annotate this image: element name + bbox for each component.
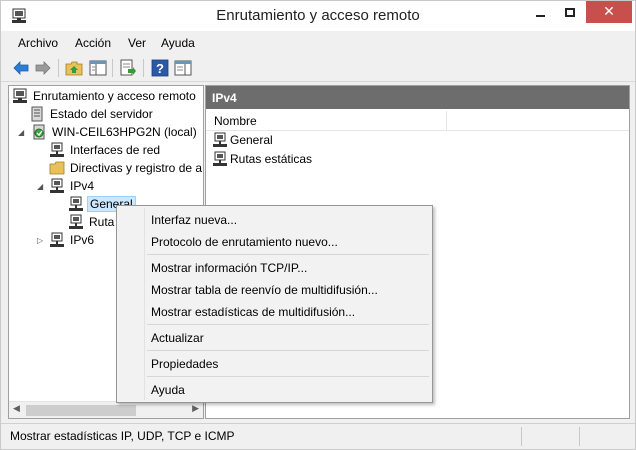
- menu-item-help[interactable]: Ayuda: [151, 383, 185, 397]
- menu-separator: [147, 324, 429, 325]
- expanded-icon[interactable]: ◢: [37, 182, 43, 191]
- toolbar: ?: [1, 54, 635, 82]
- tree-item-label: Estado del servidor: [50, 107, 153, 121]
- network-icon: [69, 196, 83, 211]
- menu-item-show-multicast-forwarding[interactable]: Mostrar tabla de reenvío de multidifusió…: [151, 283, 378, 297]
- toolbar-separator: [143, 59, 144, 77]
- menu-ver[interactable]: Ver: [128, 36, 146, 50]
- toolbar-separator: [112, 59, 113, 77]
- server-green-icon: [33, 124, 45, 140]
- maximize-icon: [565, 7, 575, 17]
- tree-item-static-routes[interactable]: Ruta: [68, 213, 116, 231]
- collapsed-icon[interactable]: ▷: [37, 236, 43, 245]
- network-icon: [50, 232, 64, 247]
- back-arrow-icon[interactable]: [12, 59, 30, 77]
- details-header: IPv4: [206, 86, 629, 109]
- menu-bar: Archivo Acción Ver Ayuda: [1, 32, 635, 54]
- tree-item-server-status[interactable]: Estado del servidor: [29, 105, 155, 123]
- tree-item-local-server[interactable]: WIN-CEIL63HPG2N (local): [31, 123, 199, 141]
- menu-item-new-interface[interactable]: Interfaz nueva...: [151, 213, 237, 227]
- forward-arrow-icon[interactable]: [34, 59, 52, 77]
- list-item-label: General: [230, 133, 273, 147]
- menu-separator: [147, 376, 429, 377]
- menu-item-refresh[interactable]: Actualizar: [151, 331, 204, 345]
- server-icon: [31, 106, 43, 122]
- status-bar: Mostrar estadísticas IP, UDP, TCP e ICMP: [1, 423, 635, 449]
- tree-item-ipv6[interactable]: IPv6: [49, 231, 96, 249]
- app-window: Enrutamiento y acceso remoto ✕ Archivo A…: [0, 0, 636, 450]
- horizontal-scrollbar[interactable]: ◀ ▶: [9, 401, 203, 418]
- column-header-nombre[interactable]: Nombre: [214, 114, 257, 128]
- menu-item-new-routing-protocol[interactable]: Protocolo de enrutamiento nuevo...: [151, 235, 338, 249]
- tree-item-ipv4[interactable]: IPv4: [49, 177, 96, 195]
- menu-separator: [147, 350, 429, 351]
- context-menu: Interfaz nueva... Protocolo de enrutamie…: [116, 205, 433, 403]
- network-icon: [69, 214, 83, 229]
- tree-item-label: Ruta: [89, 215, 115, 229]
- close-button[interactable]: ✕: [586, 1, 632, 23]
- column-divider[interactable]: [446, 111, 447, 130]
- list-item[interactable]: General: [212, 131, 273, 149]
- toolbar-separator: [58, 59, 59, 77]
- close-icon: ✕: [603, 4, 615, 20]
- network-icon: [50, 142, 64, 157]
- tree-item-label: Directivas y registro de a: [70, 161, 203, 175]
- export-list-icon[interactable]: [119, 59, 137, 77]
- computer-icon: [13, 88, 27, 103]
- title-bar[interactable]: Enrutamiento y acceso remoto ✕: [1, 1, 635, 31]
- menu-item-properties[interactable]: Propiedades: [151, 357, 218, 371]
- tree-item-label: WIN-CEIL63HPG2N (local): [52, 125, 197, 139]
- scroll-right-icon[interactable]: ▶: [192, 404, 199, 414]
- scroll-left-icon[interactable]: ◀: [13, 404, 20, 414]
- tree-item-label: Enrutamiento y acceso remoto: [33, 89, 196, 103]
- tree-item-root[interactable]: Enrutamiento y acceso remoto: [12, 87, 198, 105]
- menu-archivo[interactable]: Archivo: [18, 36, 58, 50]
- list-item[interactable]: Rutas estáticas: [212, 150, 312, 168]
- maximize-button[interactable]: [557, 1, 583, 23]
- minimize-icon: [535, 15, 545, 17]
- menu-ayuda[interactable]: Ayuda: [161, 36, 195, 50]
- svg-text:?: ?: [156, 61, 164, 76]
- tree-item-policies[interactable]: Directivas y registro de a: [49, 159, 203, 177]
- menu-item-show-tcpip-info[interactable]: Mostrar información TCP/IP...: [151, 261, 307, 275]
- tree-item-label: Interfaces de red: [70, 143, 161, 157]
- column-header-row: Nombre: [206, 111, 629, 131]
- tree-item-label: IPv4: [70, 179, 95, 193]
- up-folder-icon[interactable]: [65, 59, 83, 77]
- status-divider: [579, 427, 580, 446]
- status-divider: [521, 427, 522, 446]
- menu-separator: [147, 254, 429, 255]
- network-icon: [50, 178, 64, 193]
- list-item-label: Rutas estáticas: [230, 152, 313, 166]
- scroll-thumb[interactable]: [26, 405, 136, 416]
- help-icon[interactable]: ?: [151, 59, 169, 77]
- menu-gutter: [144, 208, 145, 400]
- network-icon: [213, 132, 227, 147]
- menu-accion[interactable]: Acción: [75, 36, 111, 50]
- show-hide-tree-icon[interactable]: [89, 59, 107, 77]
- tree-item-network-interfaces[interactable]: Interfaces de red: [49, 141, 162, 159]
- network-icon: [213, 151, 227, 166]
- tree-item-label: IPv6: [70, 233, 95, 247]
- status-text: Mostrar estadísticas IP, UDP, TCP e ICMP: [10, 429, 235, 443]
- expanded-icon[interactable]: ◢: [18, 128, 24, 137]
- minimize-button[interactable]: [527, 1, 553, 23]
- folder-icon: [49, 161, 65, 175]
- menu-item-show-multicast-stats[interactable]: Mostrar estadísticas de multidifusión...: [151, 305, 355, 319]
- properties-pane-icon[interactable]: [174, 59, 192, 77]
